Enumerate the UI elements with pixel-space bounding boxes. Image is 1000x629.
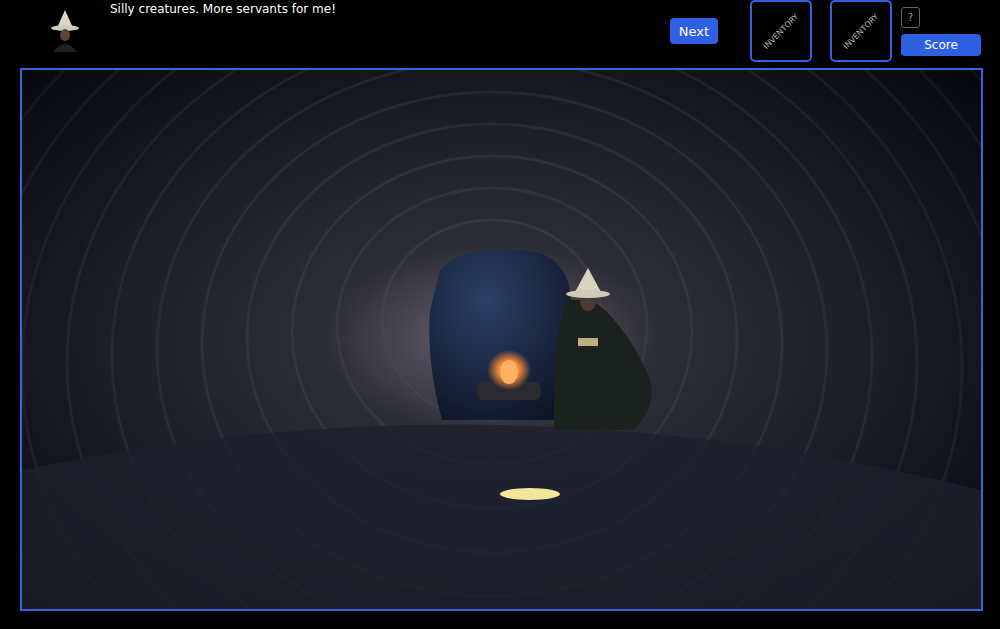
help-button[interactable]: ? — [901, 7, 920, 28]
inventory-slot[interactable]: INVENTORY — [750, 0, 812, 62]
inventory-label: INVENTORY — [842, 12, 881, 51]
inventory-slot[interactable]: INVENTORY — [830, 0, 892, 62]
cave-scene-icon — [22, 70, 981, 609]
dialogue-text: Silly creatures. More servants for me! — [110, 1, 336, 17]
score-button[interactable]: Score — [901, 34, 981, 56]
inventory-label: INVENTORY — [762, 12, 801, 51]
top-bar: Silly creatures. More servants for me! Ne… — [0, 0, 1000, 68]
scene-canvas — [20, 68, 983, 611]
next-button[interactable]: Next — [670, 18, 718, 44]
inventory-slots: INVENTORY INVENTORY — [750, 0, 892, 62]
score-controls: ? Score — [901, 7, 981, 56]
witch-avatar-icon — [45, 8, 85, 52]
game-screen: Silly creatures. More servants for me! Ne… — [0, 0, 1000, 629]
